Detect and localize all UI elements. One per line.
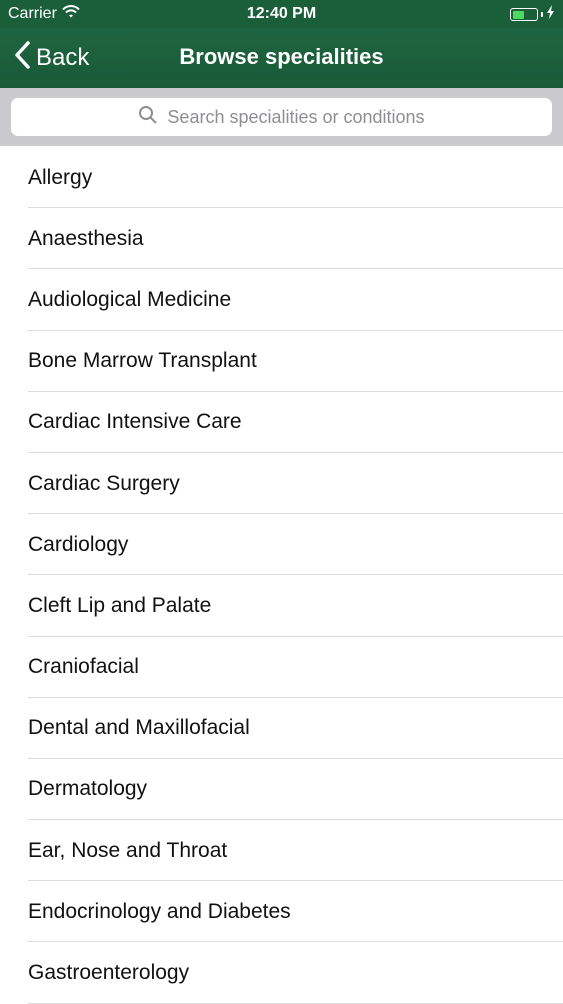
list-item-label: Anaesthesia bbox=[28, 226, 144, 250]
list-item[interactable]: Cardiac Intensive Care bbox=[0, 392, 563, 454]
battery-tip bbox=[541, 12, 543, 17]
search-placeholder: Search specialities or conditions bbox=[167, 106, 425, 127]
list-item-label: Allergy bbox=[28, 165, 93, 189]
battery-level bbox=[512, 10, 524, 19]
speciality-list: Allergy Anaesthesia Audiological Medicin… bbox=[0, 147, 563, 1004]
list-item[interactable]: Anaesthesia bbox=[0, 208, 563, 270]
list-item-label: Cardiac Intensive Care bbox=[28, 410, 242, 434]
list-item-label: Cleft Lip and Palate bbox=[28, 593, 212, 617]
list-item[interactable]: Ear, Nose and Throat bbox=[0, 820, 563, 882]
list-item[interactable]: Dental and Maxillofacial bbox=[0, 698, 563, 760]
search-bar: Search specialities or conditions bbox=[0, 88, 563, 146]
list-item-label: Endocrinology and Diabetes bbox=[28, 899, 291, 923]
list-item[interactable]: Audiological Medicine bbox=[0, 269, 563, 331]
list-item-label: Bone Marrow Transplant bbox=[28, 349, 257, 373]
list-item[interactable]: Cardiac Surgery bbox=[0, 453, 563, 515]
list-item-label: Dental and Maxillofacial bbox=[28, 716, 250, 740]
charging-bolt-icon bbox=[546, 5, 555, 24]
battery-icon bbox=[510, 8, 538, 21]
search-icon bbox=[138, 105, 157, 129]
list-item-label: Craniofacial bbox=[28, 655, 139, 679]
list-item[interactable]: Cardiology bbox=[0, 514, 563, 576]
list-item[interactable]: Bone Marrow Transplant bbox=[0, 331, 563, 392]
list-item-label: Gastroenterology bbox=[28, 961, 190, 985]
list-item-label: Dermatology bbox=[28, 777, 148, 801]
list-item-label: Ear, Nose and Throat bbox=[28, 838, 228, 862]
list-item-label: Cardiac Surgery bbox=[28, 471, 180, 495]
list-item-label: Audiological Medicine bbox=[28, 287, 232, 311]
status-bar: Carrier 12:40 PM bbox=[0, 0, 563, 28]
list-item[interactable]: Dermatology bbox=[0, 759, 563, 821]
list-item[interactable]: Cleft Lip and Palate bbox=[0, 575, 563, 637]
page-title: Browse specialities bbox=[179, 44, 384, 69]
battery-indicator bbox=[510, 5, 555, 24]
list-item-label: Cardiology bbox=[28, 532, 129, 556]
list-item[interactable]: Endocrinology and Diabetes bbox=[0, 881, 563, 943]
status-time: 12:40 PM bbox=[246, 5, 317, 22]
list-item[interactable]: Craniofacial bbox=[0, 637, 563, 698]
list-item[interactable]: Gastroenterology bbox=[0, 942, 563, 1004]
navigation-bar: Back Browse specialities bbox=[0, 28, 563, 88]
search-input[interactable]: Search specialities or conditions bbox=[11, 98, 552, 136]
list-item[interactable]: Allergy bbox=[0, 147, 563, 209]
